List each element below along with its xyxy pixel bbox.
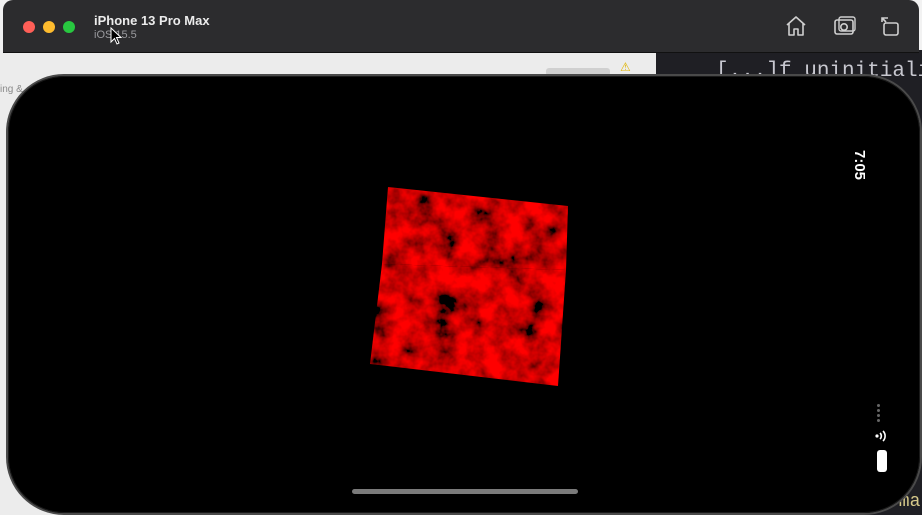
status-time: 7:05 [851,150,868,181]
simulator-titlebar: iPhone 13 Pro Max iOS 15.5 [3,0,919,53]
zoom-button[interactable] [63,21,75,33]
iphone-screen[interactable]: 7:05 [6,74,922,515]
rotate-icon[interactable] [878,14,902,38]
mouse-cursor-icon [110,27,123,45]
cube-front-face [370,264,566,386]
rotating-cube [370,187,568,386]
battery-icon [877,450,887,472]
close-button[interactable] [23,21,35,33]
cube-top-face [382,187,568,270]
screenshot-icon[interactable] [833,14,857,38]
status-dots [877,404,881,424]
minimize-button[interactable] [43,21,55,33]
warning-icon: ⚠ [620,60,631,74]
wifi-icon [875,430,886,442]
home-icon[interactable] [784,14,808,38]
device-name: iPhone 13 Pro Max [94,13,210,28]
home-indicator[interactable] [352,489,578,494]
